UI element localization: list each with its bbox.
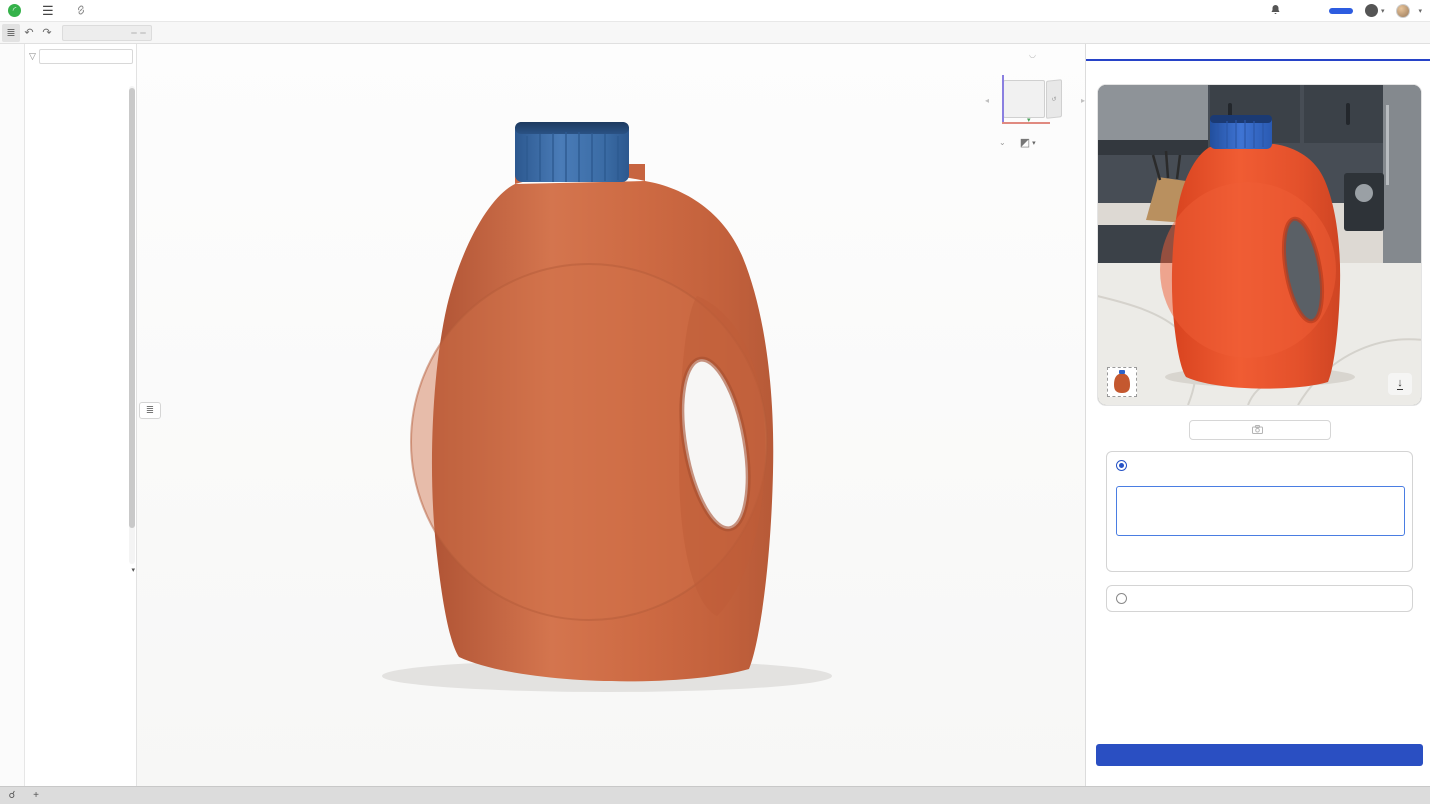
model-canvas[interactable]: ≣ ◂ ▸ ◡ ↺ ▾ ⌄ ◩ ▾: [137, 44, 1085, 786]
feature-list-flyout-button[interactable]: ≣: [139, 402, 161, 419]
onshape-logo-icon: ◜: [8, 4, 21, 17]
chevron-down-icon: ▾: [1032, 139, 1036, 147]
document-tab-bar: ☌ +: [0, 786, 1430, 804]
undo-icon[interactable]: ↶: [20, 24, 38, 42]
redo-icon[interactable]: ↷: [38, 24, 56, 42]
ai-quick-render-panel: ↓: [1085, 44, 1430, 786]
chevron-down-icon: ▾: [1381, 7, 1385, 15]
edit-current-image-section: [1106, 451, 1413, 572]
feature-filter-input[interactable]: [39, 49, 133, 64]
avatar: [1396, 4, 1410, 18]
search-tabs-icon[interactable]: ☌: [0, 787, 24, 804]
view-cube-front-face[interactable]: [1003, 80, 1045, 118]
link-icon[interactable]: [76, 2, 86, 20]
view-cube[interactable]: ◂ ▸ ◡ ↺ ▾ ⌄ ◩ ▾: [985, 52, 1085, 152]
feature-tree: [25, 84, 129, 576]
feature-tree-panel: ▽ ▾: [25, 44, 137, 786]
rendered-image[interactable]: ↓: [1098, 85, 1421, 405]
download-image-button[interactable]: ↓: [1388, 373, 1412, 395]
add-tab-button[interactable]: +: [24, 787, 48, 804]
edit-current-image-option[interactable]: [1116, 460, 1403, 471]
search-tools-input[interactable]: [68, 28, 128, 38]
generate-image-button[interactable]: [1096, 744, 1423, 766]
view-cube-collapse-icon[interactable]: ⌄: [999, 138, 1006, 147]
user-menu[interactable]: ▾: [1396, 4, 1422, 18]
chevron-down-icon: ▾: [1418, 7, 1422, 15]
camera-icon: [1252, 425, 1263, 436]
radio-selected-icon[interactable]: [1116, 460, 1127, 471]
new-style-option[interactable]: [1116, 593, 1133, 604]
help-icon: [1365, 4, 1378, 17]
tree-scrollbar[interactable]: [129, 86, 135, 564]
filter-funnel-icon[interactable]: ▽: [29, 51, 36, 62]
cube-icon: ◩: [1020, 136, 1030, 149]
radio-unselected-icon[interactable]: [1116, 593, 1127, 604]
left-icon-strip: [0, 44, 25, 786]
new-style-section: [1106, 585, 1413, 612]
scroll-down-icon[interactable]: ▾: [131, 566, 135, 574]
start-over-button[interactable]: [1086, 61, 1110, 68]
search-tools[interactable]: [62, 25, 152, 41]
view-cube-menu[interactable]: ◩ ▾: [1020, 136, 1036, 149]
notifications-bell-icon[interactable]: [1270, 4, 1281, 18]
rotate-left-icon[interactable]: ◂: [985, 96, 989, 105]
share-button[interactable]: [1329, 8, 1353, 14]
document-menu-icon[interactable]: ☰: [42, 3, 54, 19]
rotate-up-icon[interactable]: ◡: [1029, 50, 1036, 59]
feature-list-toggle-icon[interactable]: ≣: [2, 24, 20, 42]
x-axis: [1002, 122, 1050, 124]
feature-toolbar: ≣↶↷: [0, 22, 1430, 44]
edit-model-orientation-button[interactable]: [1189, 420, 1331, 440]
z-axis: [1002, 75, 1004, 123]
render-thumbnail[interactable]: [1107, 367, 1137, 397]
app-header: ◜ ☰ ▾ ▾: [0, 0, 1430, 22]
prompt-textarea[interactable]: [1116, 486, 1405, 536]
kbd-shortcut: [140, 32, 146, 34]
y-axis-arrow: ▾: [1027, 116, 1031, 124]
detergent-bottle-model[interactable]: [137, 44, 1085, 786]
kbd-shortcut: [131, 32, 137, 34]
view-cube-side-face[interactable]: ↺: [1046, 79, 1062, 119]
help-menu[interactable]: ▾: [1365, 4, 1385, 17]
onshape-logo[interactable]: ◜: [8, 4, 26, 17]
